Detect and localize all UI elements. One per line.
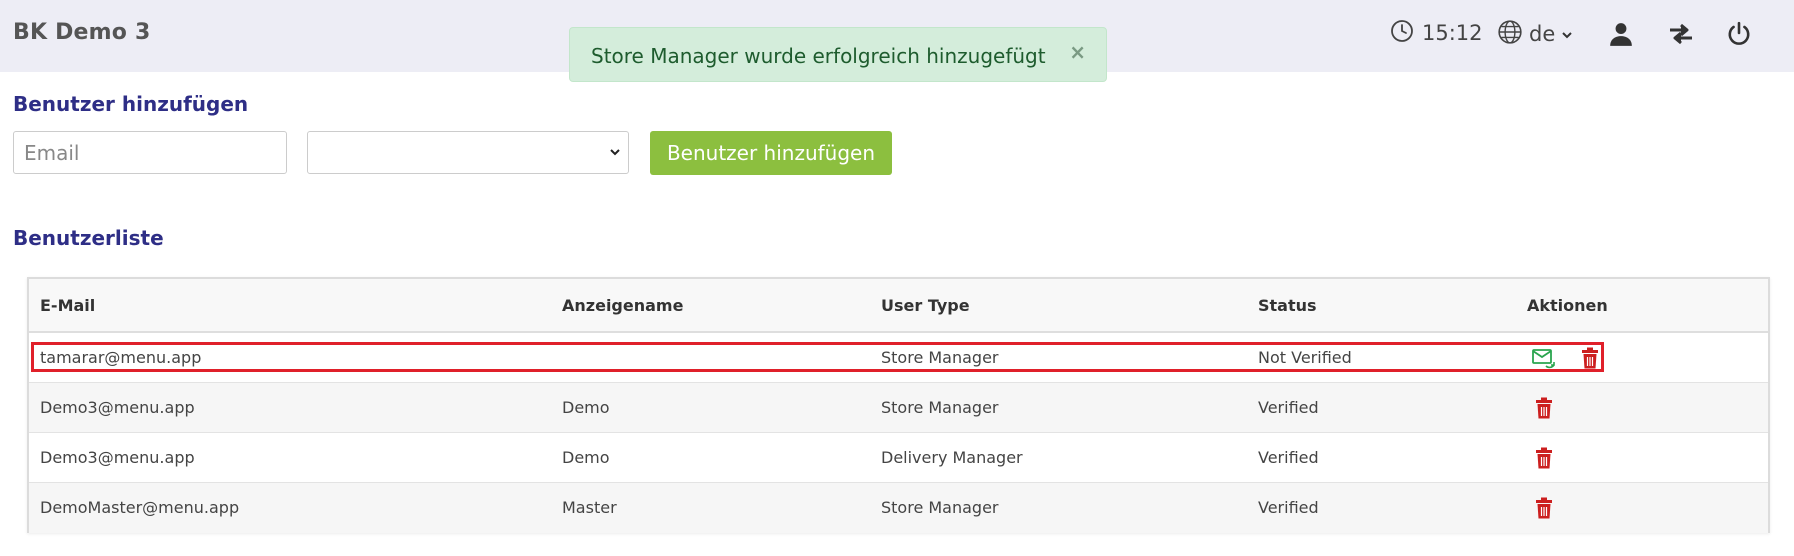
- user-list-title: Benutzerliste: [13, 226, 164, 250]
- chevron-down-icon: [608, 144, 622, 163]
- cell-email: Demo3@menu.app: [40, 398, 195, 417]
- clock-icon: [1390, 19, 1414, 47]
- alert-message: Store Manager wurde erfolgreich hinzugef…: [591, 44, 1046, 68]
- cell-user-type: Store Manager: [881, 498, 999, 517]
- add-user-button[interactable]: Benutzer hinzufügen: [650, 131, 892, 175]
- chevron-down-icon: [1561, 25, 1573, 44]
- table-row: Demo3@menu.app Demo Delivery Manager Ver…: [29, 433, 1768, 483]
- add-user-title: Benutzer hinzufügen: [13, 92, 249, 116]
- trash-icon[interactable]: [1531, 495, 1557, 521]
- brand-title: BK Demo 3: [13, 20, 151, 45]
- language-selector[interactable]: de: [1497, 19, 1573, 49]
- trash-icon[interactable]: [1531, 395, 1557, 421]
- column-header: Aktionen: [1527, 296, 1608, 315]
- user-table: E-Mail Anzeigename User Type Status Akti…: [27, 277, 1770, 533]
- column-header: User Type: [881, 296, 970, 315]
- cell-display-name: Master: [562, 498, 617, 517]
- user-icon[interactable]: [1605, 18, 1637, 50]
- table-row: tamarar@menu.app Store Manager Not Verif…: [29, 333, 1768, 383]
- table-header: E-Mail Anzeigename User Type Status Akti…: [29, 279, 1768, 333]
- column-header: E-Mail: [40, 296, 96, 315]
- cell-status: Not Verified: [1258, 348, 1352, 367]
- cell-email: tamarar@menu.app: [40, 348, 202, 367]
- role-select[interactable]: [307, 131, 629, 174]
- trash-icon[interactable]: [1531, 445, 1557, 471]
- swap-icon[interactable]: [1665, 18, 1697, 50]
- email-input[interactable]: [13, 131, 287, 174]
- cell-email: DemoMaster@menu.app: [40, 498, 240, 517]
- language-code: de: [1529, 22, 1556, 46]
- globe-icon: [1497, 19, 1523, 49]
- resend-mail-icon[interactable]: [1531, 345, 1557, 371]
- success-alert: Store Manager wurde erfolgreich hinzugef…: [569, 27, 1107, 82]
- cell-status: Verified: [1258, 498, 1319, 517]
- clock-time: 15:12: [1422, 21, 1483, 45]
- cell-display-name: Demo: [562, 448, 610, 467]
- cell-user-type: Store Manager: [881, 398, 999, 417]
- clock: 15:12: [1390, 19, 1483, 47]
- table-row: DemoMaster@menu.app Master Store Manager…: [29, 483, 1768, 533]
- cell-status: Verified: [1258, 398, 1319, 417]
- cell-email: Demo3@menu.app: [40, 448, 195, 467]
- cell-user-type: Store Manager: [881, 348, 999, 367]
- table-row: Demo3@menu.app Demo Store Manager Verifi…: [29, 383, 1768, 433]
- cell-user-type: Delivery Manager: [881, 448, 1023, 467]
- cell-status: Verified: [1258, 448, 1319, 467]
- column-header: Status: [1258, 296, 1317, 315]
- trash-icon[interactable]: [1577, 345, 1603, 371]
- column-header: Anzeigename: [562, 296, 684, 315]
- power-icon[interactable]: [1723, 18, 1755, 50]
- cell-display-name: Demo: [562, 398, 610, 417]
- alert-close-button[interactable]: ×: [1069, 40, 1086, 64]
